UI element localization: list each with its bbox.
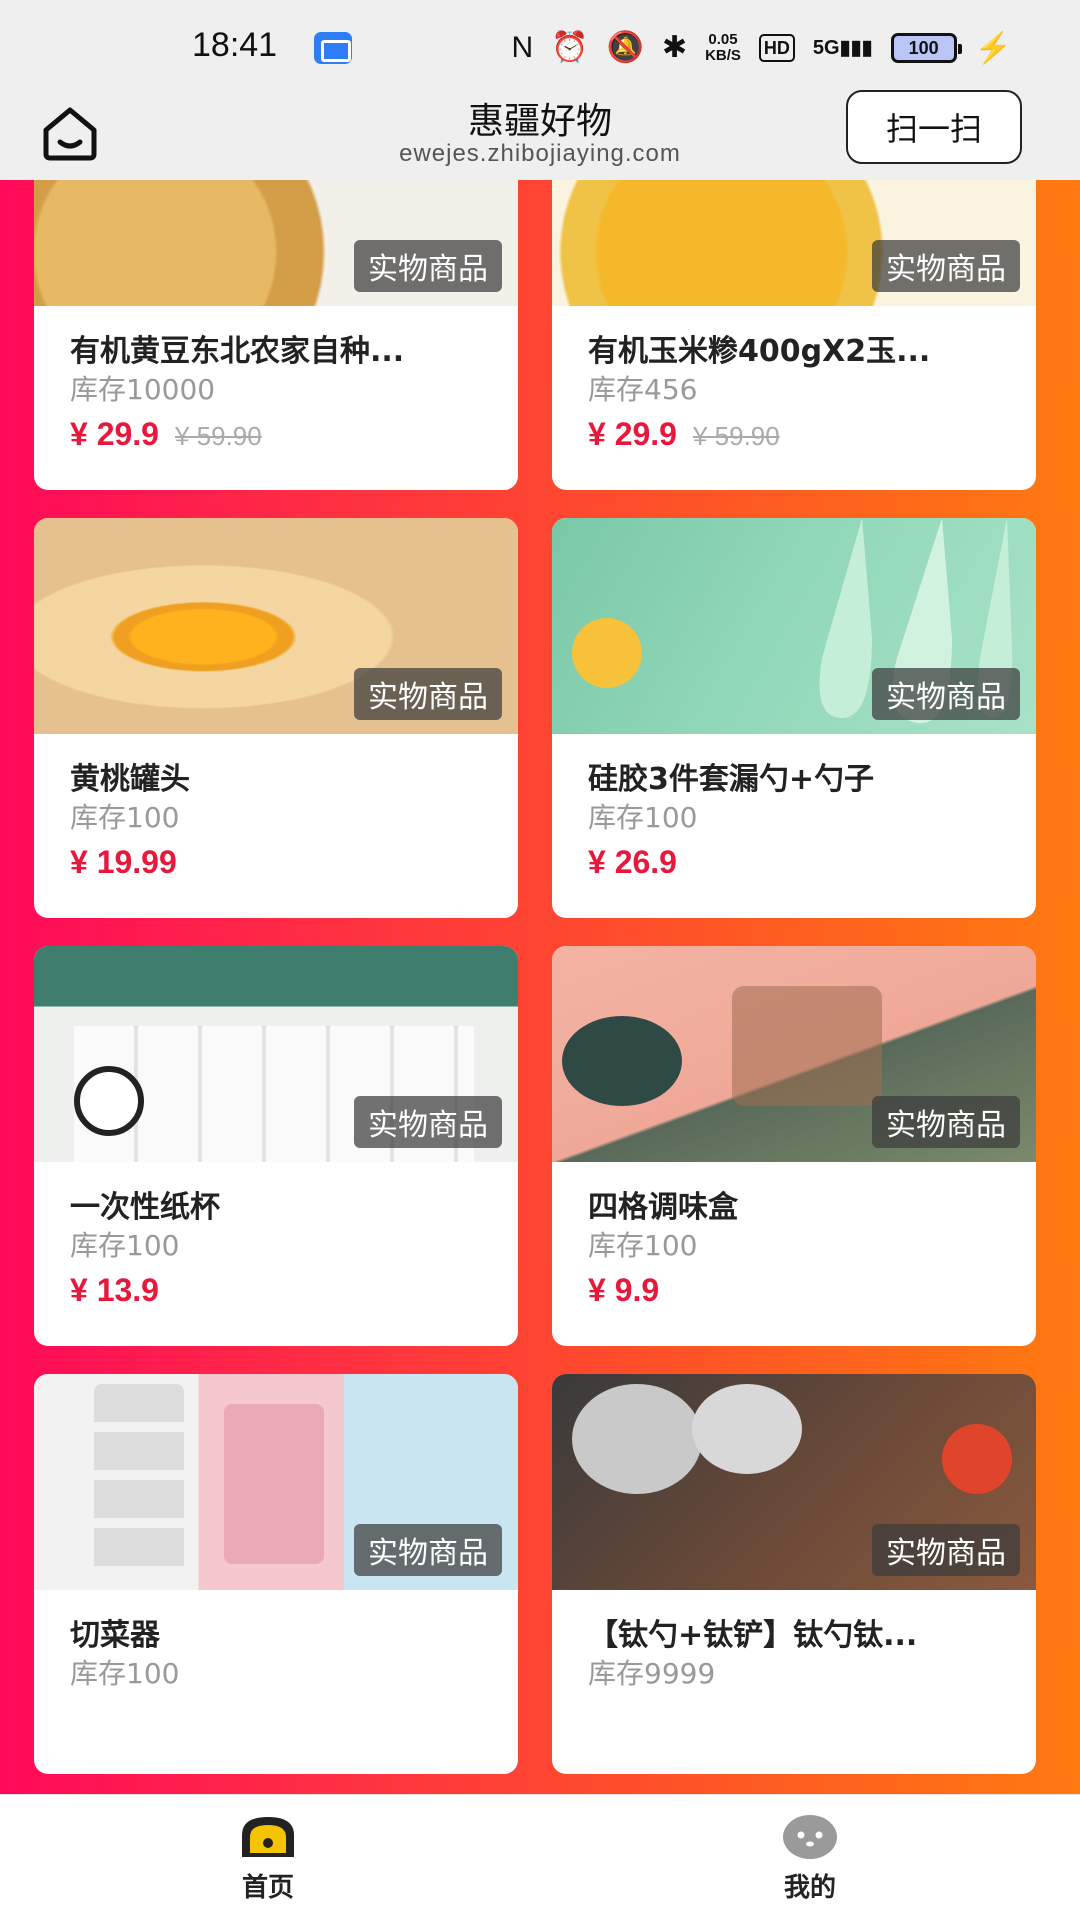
product-stock: 库存9999 — [588, 1657, 716, 1690]
product-price-row: ¥ 13.9 — [70, 1272, 159, 1309]
product-title: 一次性纸杯 — [70, 1190, 220, 1225]
battery-icon: 100 — [890, 33, 962, 63]
spoon-head-illustration — [572, 1384, 702, 1494]
blades-illustration — [94, 1384, 184, 1574]
product-price: ¥ 29.9 — [588, 416, 677, 452]
product-old-price: ¥ 59.90 — [174, 421, 262, 451]
product-card[interactable]: 实物商品 有机玉米糁400gX2玉... 库存456 ¥ 29.9 ¥ 59.9… — [552, 180, 1036, 490]
panda-illustration — [74, 1066, 144, 1136]
product-badge: 实物商品 — [872, 668, 1020, 720]
product-list-area[interactable]: 实物商品 有机黄豆东北农家自种... 库存10000 ¥ 29.9 ¥ 59.9… — [0, 180, 1080, 1794]
product-stock: 库存100 — [70, 801, 180, 834]
product-badge: 实物商品 — [354, 1096, 502, 1148]
product-title: 硅胶3件套漏勺+勺子 — [588, 762, 875, 797]
product-grid: 实物商品 有机黄豆东北农家自种... 库存10000 ¥ 29.9 ¥ 59.9… — [34, 180, 1046, 1774]
tomato-illustration — [942, 1424, 1012, 1494]
product-title: 有机黄豆东北农家自种... — [70, 334, 405, 369]
product-price: ¥ 19.99 — [70, 844, 177, 880]
battery-level: 100 — [908, 37, 939, 58]
product-badge: 实物商品 — [872, 1096, 1020, 1148]
product-price: ¥ 29.9 — [70, 416, 159, 452]
product-card[interactable]: 实物商品 黄桃罐头 库存100 ¥ 19.99 — [34, 518, 518, 918]
product-image-silicone-utensils: 实物商品 — [552, 518, 1036, 734]
network-speed-value: 0.05 — [708, 31, 738, 48]
product-price-row: ¥ 19.99 — [70, 844, 177, 881]
product-card[interactable]: 实物商品 有机黄豆东北农家自种... 库存10000 ¥ 29.9 ¥ 59.9… — [34, 180, 518, 490]
product-image-yellow-peach: 实物商品 — [34, 518, 518, 734]
plate-illustration — [562, 1016, 682, 1106]
product-card[interactable]: 实物商品 一次性纸杯 库存100 ¥ 13.9 — [34, 946, 518, 1346]
product-stock: 库存456 — [588, 373, 698, 406]
product-badge: 实物商品 — [354, 668, 502, 720]
nfc-icon: N — [511, 31, 534, 64]
spice-container-illustration — [732, 986, 882, 1106]
product-price: ¥ 26.9 — [588, 844, 677, 880]
product-badge: 实物商品 — [872, 240, 1020, 292]
scan-button[interactable]: 扫一扫 — [846, 90, 1022, 164]
tab-home-label: 首页 — [241, 1872, 294, 1903]
network-speed-unit: KB/S — [705, 47, 741, 64]
ladle-head-illustration — [692, 1384, 802, 1474]
product-title: 【钛勺+钛铲】钛勺钛... — [588, 1618, 918, 1653]
tab-mine[interactable]: 我的 — [660, 1795, 960, 1920]
alarm-icon: ⏰ — [551, 31, 589, 64]
bottom-tab-bar: 首页 我的 — [0, 1794, 1080, 1920]
product-stock: 库存100 — [70, 1657, 180, 1690]
product-image-spice-box: 实物商品 — [552, 946, 1036, 1162]
status-bar: 18:41 N ⏰ 🔕 ✱ 0.05 KB/S HD 5G▮▮▮ 100 ⚡ — [0, 0, 1080, 92]
product-card[interactable]: 实物商品 【钛勺+钛铲】钛勺钛... 库存9999 — [552, 1374, 1036, 1774]
product-image-soybean: 实物商品 — [34, 180, 518, 306]
product-price-row: ¥ 29.9 ¥ 59.90 — [70, 416, 262, 453]
product-image-titanium-spoon: 实物商品 — [552, 1374, 1036, 1590]
status-icons: N ⏰ 🔕 ✱ 0.05 KB/S HD 5G▮▮▮ 100 ⚡ — [512, 28, 1012, 68]
product-price: ¥ 9.9 — [588, 1272, 660, 1308]
pepper-illustration — [572, 618, 642, 688]
product-card[interactable]: 实物商品 四格调味盒 库存100 ¥ 9.9 — [552, 946, 1036, 1346]
product-badge: 实物商品 — [354, 1524, 502, 1576]
slicer-body-illustration — [224, 1404, 324, 1564]
product-stock: 库存10000 — [70, 373, 216, 406]
tab-home[interactable]: 首页 — [118, 1795, 418, 1920]
product-image-corn-grits: 实物商品 — [552, 180, 1036, 306]
signal-icon: 5G▮▮▮ — [812, 37, 873, 59]
home-tab-icon — [242, 1816, 294, 1857]
bluetooth-icon: ✱ — [661, 31, 688, 64]
header: 惠疆好物 ewejes.zhibojiaying.com 扫一扫 — [0, 90, 1080, 180]
product-image-paper-cups: 实物商品 — [34, 946, 518, 1162]
charging-icon: ⚡ — [974, 31, 1012, 65]
product-price-row: ¥ 9.9 — [588, 1272, 659, 1309]
profile-tab-icon — [783, 1814, 837, 1859]
mute-icon: 🔕 — [606, 31, 644, 64]
product-stock: 库存100 — [588, 1229, 698, 1262]
product-title: 黄桃罐头 — [70, 762, 190, 797]
product-title: 有机玉米糁400gX2玉... — [588, 334, 931, 369]
product-badge: 实物商品 — [354, 240, 502, 292]
product-card[interactable]: 实物商品 硅胶3件套漏勺+勺子 库存100 ¥ 26.9 — [552, 518, 1036, 918]
product-price-row: ¥ 29.9 ¥ 59.90 — [588, 416, 780, 453]
hd-icon: HD — [758, 34, 795, 62]
product-price-row: ¥ 26.9 — [588, 844, 677, 881]
product-stock: 库存100 — [70, 1229, 180, 1262]
product-image-vegetable-slicer: 实物商品 — [34, 1374, 518, 1590]
app-icon — [314, 32, 352, 64]
network-speed: 0.05 KB/S — [705, 32, 741, 64]
product-title: 切菜器 — [70, 1618, 160, 1653]
status-time: 18:41 — [192, 26, 278, 64]
product-price: ¥ 13.9 — [70, 1272, 159, 1308]
product-old-price: ¥ 59.90 — [692, 421, 780, 451]
signal-label: 5G — [812, 37, 840, 59]
product-badge: 实物商品 — [872, 1524, 1020, 1576]
product-stock: 库存100 — [588, 801, 698, 834]
tab-mine-label: 我的 — [783, 1872, 836, 1903]
product-title: 四格调味盒 — [588, 1190, 738, 1225]
product-card[interactable]: 实物商品 切菜器 库存100 — [34, 1374, 518, 1774]
